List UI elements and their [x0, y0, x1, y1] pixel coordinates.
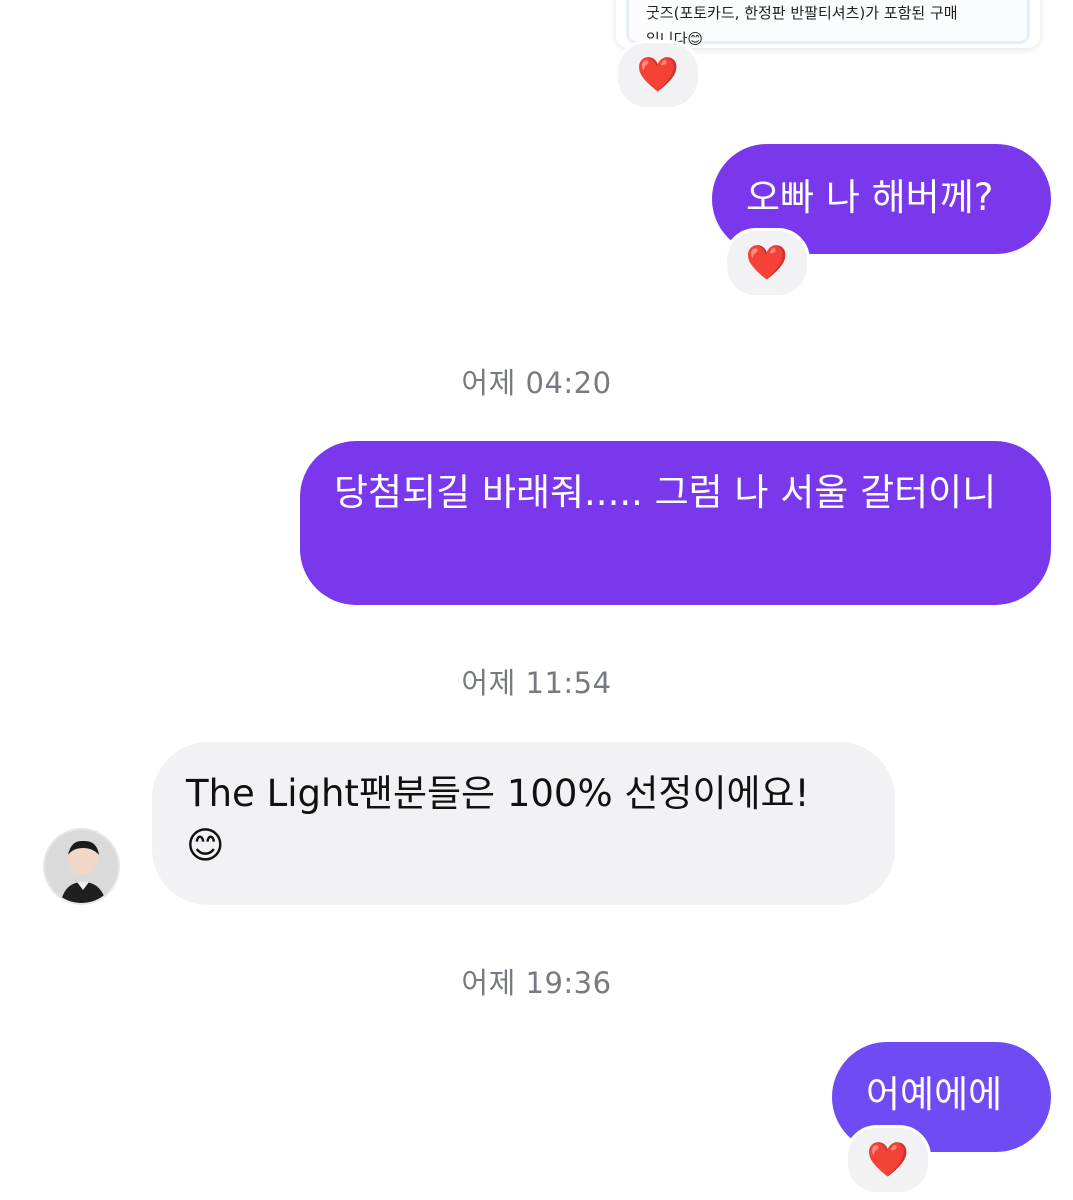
heart-reaction-icon[interactable]: ❤️ [845, 1125, 931, 1195]
profile-photo-icon [45, 830, 118, 903]
heart-reaction-icon[interactable]: ❤️ [724, 228, 810, 298]
user-avatar[interactable] [43, 828, 120, 905]
timestamp-label: 어제 19:36 [461, 966, 612, 1000]
heart-reaction-icon[interactable]: ❤️ [615, 40, 701, 110]
product-card-text: 굿즈(포토카드, 한정판 반팔티셔츠)가 포함된 구매입니다😊 [646, 4, 958, 48]
chat-thread[interactable]: 굿즈(포토카드, 한정판 반팔티셔츠)가 포함된 구매입니다😊 ❤️ 오빠 나 … [0, 0, 1073, 1200]
timestamp-label: 어제 04:20 [461, 366, 612, 400]
my-message-bubble[interactable]: 당첨되길 바래줘..... 그럼 나 서울 갈터이니 [300, 441, 1051, 605]
timestamp-label: 어제 11:54 [461, 666, 612, 700]
their-message-bubble[interactable]: The Light팬분들은 100% 선정이에요! 😊 [152, 742, 895, 905]
product-message-card[interactable]: 굿즈(포토카드, 한정판 반팔티셔츠)가 포함된 구매입니다😊 [616, 0, 1040, 48]
